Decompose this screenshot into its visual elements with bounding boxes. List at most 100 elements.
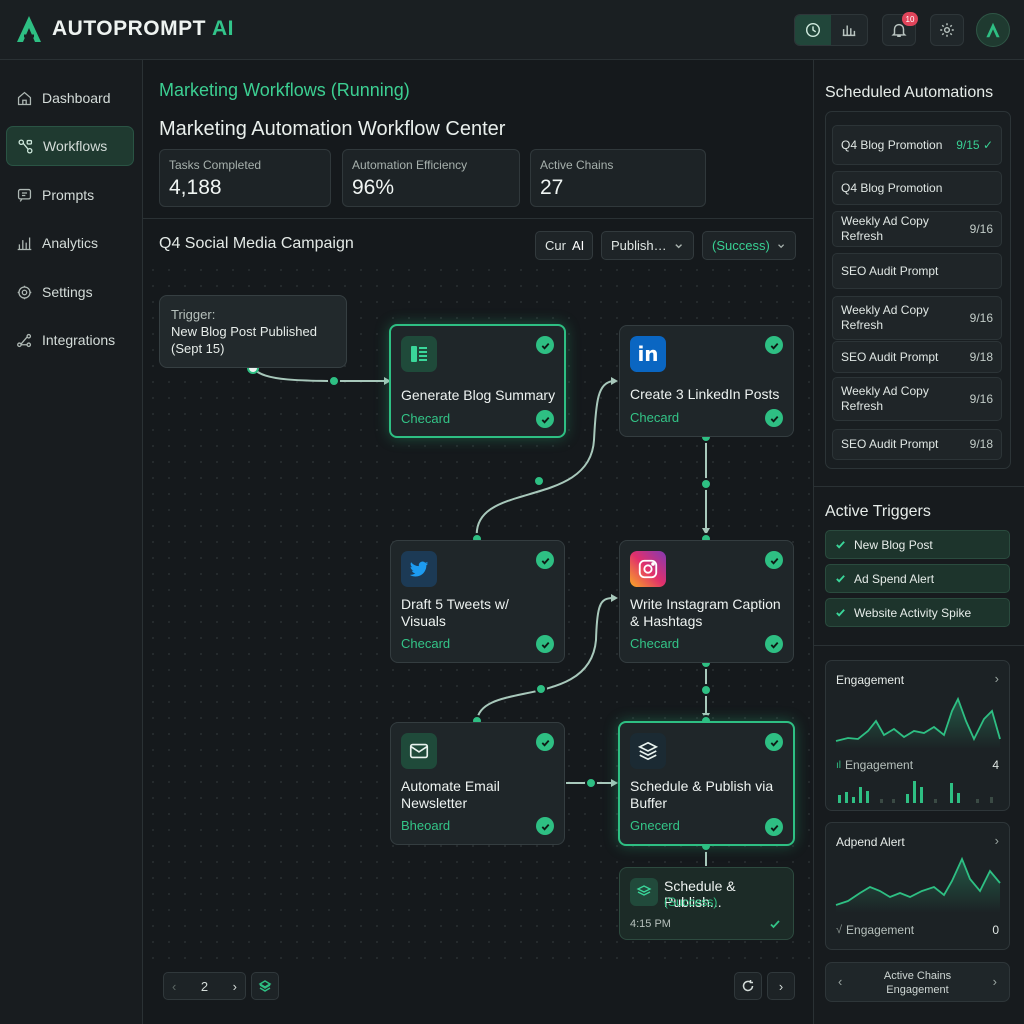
node-schedule-publish-buffer[interactable]: Schedule & Publish via Buffer Gnecerd	[618, 721, 795, 846]
current-page: 2	[200, 978, 209, 994]
stat-label: Tasks Completed	[169, 158, 262, 172]
node-status: Checard	[630, 636, 680, 651]
mini-bars-icon: ıl	[836, 759, 841, 771]
sidebar-item-settings[interactable]: Settings	[6, 272, 134, 312]
next-button[interactable]: ›	[767, 972, 795, 1000]
refresh-icon	[742, 980, 754, 992]
node-status: Gnecerd	[630, 818, 680, 833]
status-filter-dropdown[interactable]: (Success)	[702, 231, 796, 260]
trigger-item[interactable]: Ad Spend Alert	[825, 564, 1010, 593]
scheduled-item-date: 9/15 ✓	[956, 137, 993, 152]
scheduled-item[interactable]: Q4 Blog Promotion 9/15 ✓	[832, 125, 1002, 165]
node-schedule-publish-result[interactable]: Schedule & Publish... (Success) 4:15 PM	[619, 867, 794, 940]
trigger-item-label: Ad Spend Alert	[854, 571, 935, 586]
trigger-node[interactable]: Trigger: New Blog Post Published (Sept 1…	[159, 295, 347, 368]
chevron-right-icon[interactable]: ›	[995, 833, 999, 848]
sidebar-item-workflows[interactable]: Workflows	[6, 126, 134, 166]
trigger-label: Trigger:	[171, 307, 216, 322]
scheduled-item[interactable]: SEO Audit Prompt 9/18	[832, 429, 1002, 460]
engagement-card[interactable]: Engagement › ıl Engagement 4	[825, 660, 1010, 811]
check-icon	[770, 920, 780, 929]
gear-icon	[17, 285, 32, 299]
trigger-item-label: Website Activity Spike	[854, 605, 972, 620]
filter-label: (Success)	[712, 238, 770, 253]
page-title: Marketing Automation Workflow Center	[159, 118, 506, 140]
engagement-metric: ıl Engagement	[836, 758, 914, 772]
card-title: Engagement	[836, 673, 905, 687]
scheduled-item[interactable]: SEO Audit Prompt 9/18	[832, 341, 1002, 373]
stat-value: 27	[540, 176, 564, 199]
next-page-icon[interactable]: ›	[233, 979, 237, 994]
model-filter[interactable]: Cur AI	[535, 231, 593, 260]
sidebar-item-label: Analytics	[42, 235, 99, 251]
node-title: Draft 5 Tweets w/Visuals	[401, 596, 509, 629]
node-status: Checard	[401, 636, 451, 651]
check-icon	[765, 409, 783, 427]
trigger-item[interactable]: New Blog Post	[825, 530, 1010, 559]
scheduled-item[interactable]: Weekly Ad Copy Refresh 9/16	[832, 377, 1002, 421]
node-title: Automate Email Newsletter	[401, 778, 500, 811]
check-icon	[536, 410, 554, 428]
adpend-alert-card[interactable]: Adpend Alert › √ Engagement 0	[825, 822, 1010, 950]
check-icon	[765, 336, 783, 354]
check-icon	[765, 818, 783, 836]
prev-page-icon[interactable]: ‹	[172, 979, 176, 994]
workflow-status-subtitle: Marketing Workflows (Running)	[159, 80, 410, 100]
check-icon	[765, 733, 783, 751]
check-icon	[765, 635, 783, 653]
scheduled-item[interactable]: Weekly Ad Copy Refresh 9/16	[832, 296, 1002, 340]
chevron-right-icon[interactable]: ›	[993, 974, 997, 989]
node-write-instagram-caption[interactable]: Write Instagram Caption & Hashtags Checar…	[619, 540, 794, 663]
chevron-right-icon[interactable]: ›	[995, 671, 999, 686]
app-logo[interactable]: AUTOPROMPT AI	[14, 14, 234, 44]
scheduled-item-date: 9/18	[969, 437, 993, 451]
sidebar-item-prompts[interactable]: Prompts	[6, 175, 134, 215]
trigger-item[interactable]: Website Activity Spike	[825, 598, 1010, 627]
avatar-logo-icon	[986, 22, 1000, 38]
canvas-tool-button[interactable]	[251, 972, 279, 1000]
scheduled-item-date: 9/16	[969, 391, 993, 406]
prompt-icon	[17, 188, 32, 202]
twitter-icon	[401, 551, 437, 587]
sidebar-item-integrations[interactable]: Integrations	[6, 320, 134, 360]
sidebar-item-analytics[interactable]: Analytics	[6, 223, 134, 263]
pagination[interactable]: ‹ 2 ›	[163, 972, 246, 1000]
node-status: Checard	[401, 411, 451, 426]
user-avatar[interactable]	[976, 13, 1010, 47]
history-view-button[interactable]	[795, 15, 831, 45]
node-status: Checard	[630, 410, 680, 425]
refresh-button[interactable]	[734, 972, 762, 1000]
scheduled-item-name: Weekly Ad Copy Refresh	[841, 384, 929, 413]
sidebar-item-dashboard[interactable]: Dashboard	[6, 78, 134, 118]
bar-chart-icon	[17, 237, 32, 250]
home-icon	[17, 91, 32, 105]
scheduled-item[interactable]: SEO Audit Prompt	[832, 253, 1002, 289]
gear-icon	[940, 23, 954, 37]
scheduled-item[interactable]: Q4 Blog Promotion	[832, 171, 1002, 205]
view-toggle[interactable]	[794, 14, 868, 46]
active-triggers-title: Active Triggers	[825, 503, 931, 520]
stat-value: 4,188	[169, 176, 222, 199]
node-draft-tweets[interactable]: Draft 5 Tweets w/Visuals Checard	[390, 540, 565, 663]
check-icon	[536, 635, 554, 653]
node-title: Schedule & Publish via Buffer	[630, 778, 774, 811]
chevron-down-icon	[777, 243, 784, 248]
node-create-linkedin-posts[interactable]: in Create 3 LinkedIn Posts Checard	[619, 325, 794, 437]
scheduled-item[interactable]: Weekly Ad Copy Refresh 9/16	[832, 211, 1002, 247]
node-generate-blog-summary[interactable]: Generate Blog Summary Checard	[389, 324, 566, 438]
footer-carousel[interactable]: ‹ Active Chains Engagement ›	[825, 962, 1010, 1002]
stat-active-chains: Active Chains 27	[530, 149, 706, 207]
scheduled-item-name: SEO Audit Prompt	[841, 437, 939, 451]
bar-chart-icon	[842, 25, 856, 37]
check-icon	[836, 575, 845, 583]
sidebar-item-label: Dashboard	[42, 90, 111, 106]
engagement-value: 4	[992, 758, 999, 772]
check-icon	[836, 541, 845, 549]
scheduled-item-name: Weekly Ad Copy Refresh	[841, 303, 929, 332]
sidebar-item-label: Workflows	[43, 138, 108, 154]
chevron-right-icon: ›	[778, 978, 784, 994]
settings-button[interactable]	[930, 14, 964, 46]
node-automate-email-newsletter[interactable]: Automate Email Newsletter Bheoard	[390, 722, 565, 845]
chart-view-button[interactable]	[831, 15, 867, 45]
publish-filter-dropdown[interactable]: Publish…	[601, 231, 694, 260]
